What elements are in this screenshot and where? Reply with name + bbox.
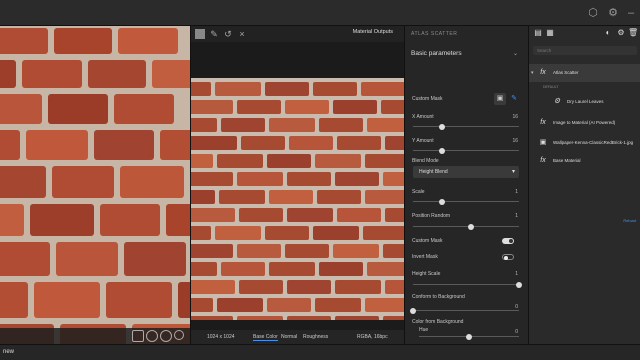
search-input[interactable]: Search [533, 46, 637, 55]
custom-mask-toggle-label: Custom Mask [412, 238, 443, 244]
2d-texture-preview [191, 78, 405, 320]
image-icon: ▣ [539, 139, 547, 146]
cube-icon[interactable]: ⬡ [586, 6, 600, 20]
caret-down-icon: ▾ [511, 169, 515, 175]
scale-value: 1 [515, 189, 518, 195]
trash-icon[interactable]: 🗑 [628, 28, 638, 38]
hue-label: Hue [419, 327, 429, 333]
default-sublabel: DEFAULT [543, 85, 559, 89]
2d-viewport[interactable]: ✎ ↺ × Material Outputs 1024 x 1024 Base … [190, 26, 405, 344]
toggle-dot [509, 239, 513, 243]
layer-atlas-scatter[interactable]: ▾ fx Atlas Scatter [529, 64, 640, 82]
2d-footer: 1024 x 1024 Base Color Normal Roughness … [191, 330, 405, 344]
brush-icon[interactable]: ✎ [508, 93, 520, 105]
position-random-slider[interactable] [413, 223, 519, 230]
height-scale-value: 1 [515, 271, 518, 277]
x-amount-slider[interactable] [413, 123, 519, 130]
top-bar: ⬡ ⚙ – [0, 0, 640, 26]
layer-name: Atlas Scatter [553, 70, 579, 75]
scale-slider[interactable] [413, 198, 519, 205]
tab-roughness[interactable]: Roughness [303, 334, 328, 340]
height-scale-knob[interactable] [516, 281, 522, 288]
y-amount-value: 16 [512, 138, 518, 144]
save-icon[interactable]: ▤ [533, 28, 543, 38]
viewport-toolbar [0, 328, 190, 344]
2d-toolbar: ✎ ↺ × Material Outputs [191, 26, 405, 42]
3d-viewport[interactable] [0, 26, 190, 344]
parameters-panel: ATLAS SCATTER Basic parameters ⌄ Custom … [404, 26, 528, 344]
position-random-value: 1 [515, 213, 518, 219]
status-label: new [3, 349, 15, 355]
fx-icon: fx [540, 119, 546, 126]
expand-caret-icon[interactable]: ▾ [531, 70, 534, 76]
tab-normal[interactable]: Normal [281, 334, 297, 340]
height-scale-slider[interactable] [413, 281, 522, 288]
x-amount-value: 16 [512, 114, 518, 120]
blend-mode-dropdown[interactable]: Height Blend ▾ [413, 166, 519, 178]
color-from-bg-label: Color from Background [412, 319, 464, 325]
blend-mode-label: Blend Mode [412, 158, 439, 164]
section-title[interactable]: Basic parameters [411, 50, 462, 57]
gizmo-icon[interactable] [160, 330, 172, 342]
chevron-down-icon[interactable]: ⌄ [513, 50, 518, 57]
brick-wall-3d [0, 26, 190, 344]
y-amount-knob[interactable] [438, 147, 445, 154]
undo-icon[interactable]: ↺ [223, 29, 233, 39]
layer-name: Dry Laurel Leaves [567, 99, 604, 104]
camera-icon[interactable] [132, 330, 144, 342]
format-label: RGBA, 16bpc [357, 334, 388, 340]
hue-value: 0 [515, 329, 518, 335]
custom-mask-label: Custom Mask [412, 96, 443, 102]
x-amount-label: X Amount [412, 114, 434, 120]
brush-tool-icon[interactable]: ✎ [209, 29, 219, 39]
layer-dry-laurel-leaves[interactable]: ⚙ Dry Laurel Leaves [529, 93, 640, 111]
scale-label: Scale [412, 189, 425, 195]
image-icon[interactable]: ▣ [494, 93, 506, 105]
material-outputs-dropdown[interactable]: Material Outputs [353, 29, 393, 35]
minimize-icon[interactable]: – [624, 6, 638, 20]
settings-icon[interactable]: ⚙ [606, 6, 620, 20]
gear-icon[interactable]: ⚙ [616, 28, 626, 38]
help-icon[interactable] [174, 330, 184, 340]
position-random-knob[interactable] [468, 223, 475, 230]
position-random-label: Position Random [412, 213, 451, 219]
layer-name: Wallpaper-Kenna-ClassicRedBrick-1.jpg [553, 140, 634, 145]
export-icon[interactable]: ▦ [545, 28, 555, 38]
blend-mode-value: Height Blend [419, 169, 448, 175]
conform-slider[interactable] [410, 307, 519, 314]
fx-icon: fx [540, 69, 546, 76]
layer-wallpaper-image[interactable]: ▣ Wallpaper-Kenna-ClassicRedBrick-1.jpg [529, 134, 640, 152]
panel-header: ATLAS SCATTER [411, 31, 458, 37]
square-tool-icon[interactable] [195, 29, 205, 39]
scale-knob[interactable] [438, 198, 445, 205]
layer-name: Base Material [553, 158, 581, 163]
toggle-dot [504, 256, 508, 260]
layer-base-material[interactable]: fx Base Material [529, 152, 640, 170]
stack-toolbar: ▤ ▦ ◐ ⚙ 🗑 [529, 26, 640, 40]
y-amount-label: Y Amount [412, 138, 434, 144]
layer-stack-panel: ▤ ▦ ◐ ⚙ 🗑 Search ▾ fx Atlas Scatter DEFA… [528, 26, 640, 344]
mask-icon[interactable]: ◐ [603, 28, 613, 38]
env-icon[interactable] [146, 330, 158, 342]
conform-knob[interactable] [410, 307, 416, 314]
reload-link[interactable]: Reload [623, 218, 636, 223]
close-icon[interactable]: × [237, 29, 247, 39]
hue-slider[interactable] [419, 333, 519, 340]
hue-knob[interactable] [466, 333, 472, 340]
layer-image-to-material[interactable]: fx Image to Material (AI Powered) [529, 114, 640, 132]
tab-base-color[interactable]: Base Color [253, 334, 278, 341]
height-scale-label: Height Scale [412, 271, 441, 277]
resolution-label: 1024 x 1024 [207, 334, 235, 340]
invert-mask-label: Invert Mask [412, 254, 438, 260]
conform-label: Conform to Background [412, 294, 465, 300]
fx-icon: fx [540, 157, 546, 164]
invert-mask-toggle[interactable] [502, 254, 514, 260]
y-amount-slider[interactable] [413, 147, 519, 154]
gear-icon: ⚙ [553, 98, 561, 105]
x-amount-knob[interactable] [438, 123, 445, 130]
layer-name: Image to Material (AI Powered) [553, 120, 616, 125]
bottom-bar: new [0, 344, 640, 360]
custom-mask-toggle[interactable] [502, 238, 514, 244]
